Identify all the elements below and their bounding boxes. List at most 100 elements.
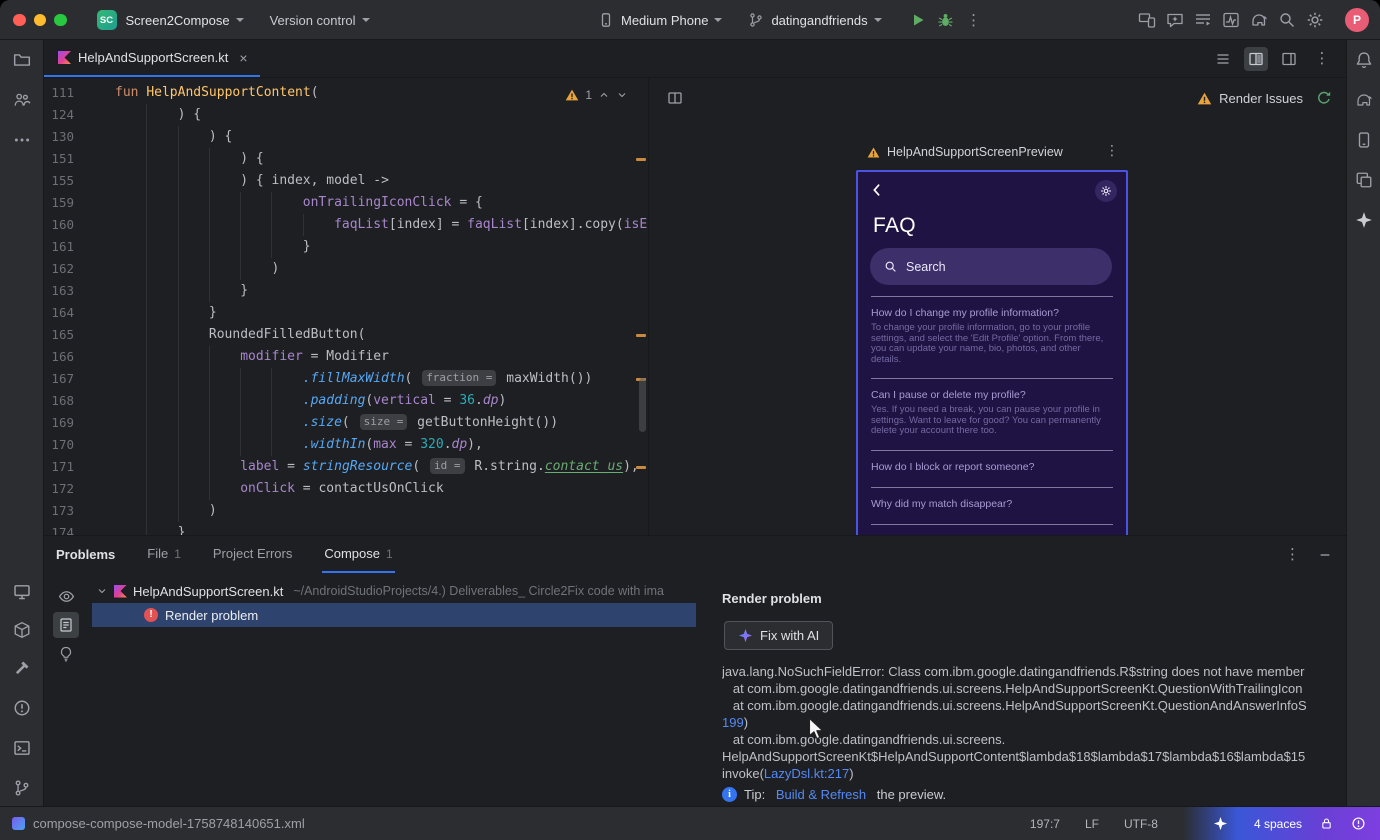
layout-inspector-tool-button[interactable] (1352, 168, 1376, 192)
render-problem-row[interactable]: ! Render problem (92, 603, 696, 627)
code-line[interactable]: 173) (44, 500, 648, 522)
code-line[interactable]: 155) { index, model -> (44, 170, 648, 192)
vcs-widget[interactable]: Version control (270, 13, 370, 28)
code-line[interactable]: 130) { (44, 126, 648, 148)
quick-fix-button[interactable] (53, 641, 79, 667)
faq-item[interactable]: Can I pause or delete my profile? Yes. If… (871, 379, 1113, 451)
device-selector[interactable]: Medium Phone (598, 12, 723, 28)
ai-sparkle-icon[interactable] (1213, 816, 1228, 831)
code-line[interactable]: 171 label = stringResource( id = R.string… (44, 456, 648, 478)
faq-question[interactable]: How do I block or report someone? (871, 461, 1113, 474)
inspections-widget[interactable]: 1 (561, 86, 632, 104)
search-everywhere-button[interactable] (1273, 6, 1301, 34)
preview-grid-button[interactable] (663, 86, 687, 110)
code-line[interactable]: 164} (44, 302, 648, 324)
close-window-button[interactable] (13, 13, 26, 27)
gradle-tool-button[interactable] (1352, 88, 1376, 112)
code-line[interactable]: 165 RoundedFilledButton( (44, 324, 648, 346)
alert-circle-icon[interactable] (1351, 816, 1366, 831)
device-mirror-button[interactable] (1133, 6, 1161, 34)
faq-question[interactable]: Can I pause or delete my profile? (871, 389, 1113, 402)
preview-options-kebab[interactable]: ⋮ (1105, 142, 1119, 159)
stack-link[interactable]: 199 (722, 715, 744, 730)
view-options-button[interactable] (53, 583, 79, 609)
settings-button[interactable] (1301, 6, 1329, 34)
faq-question[interactable]: How do I change my profile information? (871, 307, 1113, 320)
problems-tool-button[interactable] (10, 696, 34, 720)
more-tool-windows-button[interactable] (10, 128, 34, 152)
chevron-down-icon[interactable] (616, 89, 628, 101)
terminal-tool-button[interactable] (10, 736, 34, 760)
run-button[interactable] (904, 6, 932, 34)
editor-layout-button[interactable] (1277, 47, 1301, 71)
device-manager-tool-button[interactable] (1352, 128, 1376, 152)
faq-item[interactable]: How do I change my profile information? T… (871, 297, 1113, 379)
profiler-button[interactable] (1217, 6, 1245, 34)
faq-item[interactable]: How do I block or report someone? (871, 451, 1113, 488)
preview-title-row[interactable]: HelpAndSupportScreenPreview (867, 145, 1063, 159)
project-tool-button[interactable] (10, 48, 34, 72)
preview-details-toggle[interactable] (53, 612, 79, 638)
code-line[interactable]: 163} (44, 280, 648, 302)
code-line[interactable]: 111 fun HelpAndSupportContent( (44, 82, 648, 104)
panel-tab-project-errors[interactable]: Project Errors (211, 536, 294, 573)
editor-options-kebab[interactable]: ⋮ (1310, 47, 1334, 71)
code-line[interactable]: 160 faqList[index] = faqList[index].copy(… (44, 214, 648, 236)
analyzer-warning-mark[interactable] (636, 158, 646, 161)
phone-preview[interactable]: FAQ Search How do I change my profile in… (856, 170, 1128, 535)
build-tool-button[interactable] (10, 656, 34, 680)
panel-options-kebab[interactable]: ⋮ (1285, 547, 1300, 562)
problems-file-row[interactable]: HelpAndSupportScreen.kt ~/AndroidStudioP… (88, 579, 710, 603)
gradle-sync-button[interactable] (1245, 6, 1273, 34)
build-refresh-link[interactable]: Build & Refresh (776, 787, 866, 802)
analyzer-warning-mark[interactable] (636, 334, 646, 337)
zoom-window-button[interactable] (54, 13, 67, 27)
user-avatar[interactable]: P (1345, 8, 1369, 32)
stack-link[interactable]: LazyDsl.kt:217 (764, 766, 849, 781)
ai-chat-button[interactable] (1161, 6, 1189, 34)
code-line[interactable]: 168 .padding(vertical = 36.dp) (44, 390, 648, 412)
code-line[interactable]: 170 .widthIn(max = 320.dp), (44, 434, 648, 456)
code-editor[interactable]: 111 fun HelpAndSupportContent(124) {130) … (44, 78, 648, 535)
faq-item[interactable]: Why did my match disappear? (871, 488, 1113, 525)
code-line[interactable]: 159 onTrailingIconClick = { (44, 192, 648, 214)
run-config-selector[interactable]: datingandfriends (748, 12, 882, 28)
code-line[interactable]: 151) { (44, 148, 648, 170)
encoding-widget[interactable]: UTF-8 (1124, 817, 1158, 831)
code-line[interactable]: 161} (44, 236, 648, 258)
chevron-up-icon[interactable] (598, 89, 610, 101)
code-line[interactable]: 169 .size( size = getButtonHeight()) (44, 412, 648, 434)
code-line[interactable]: 162) (44, 258, 648, 280)
render-issues-widget[interactable]: Render Issues (1197, 90, 1332, 106)
editor-list-button[interactable] (1211, 47, 1235, 71)
notifications-tool-button[interactable] (1352, 48, 1376, 72)
indent-widget[interactable]: 4 spaces (1254, 817, 1302, 831)
faq-question[interactable]: Why did my match disappear? (871, 498, 1113, 511)
resource-manager-tool-button[interactable] (10, 88, 34, 112)
editor-tab[interactable]: HelpAndSupportScreen.kt × (44, 40, 260, 77)
analyzer-warning-mark[interactable] (636, 466, 646, 469)
close-tab-icon[interactable]: × (239, 51, 247, 65)
running-devices-button[interactable] (1189, 6, 1217, 34)
refresh-icon[interactable] (1316, 90, 1332, 106)
line-ending-widget[interactable]: LF (1085, 817, 1099, 831)
minimize-window-button[interactable] (33, 13, 46, 27)
code-line[interactable]: 124) { (44, 104, 648, 126)
project-selector[interactable]: Screen2Compose (126, 13, 244, 28)
panel-tab-file[interactable]: File 1 (145, 536, 183, 573)
debug-button[interactable] (932, 6, 960, 34)
version-control-tool-button[interactable] (10, 776, 34, 800)
lock-icon[interactable] (1320, 817, 1333, 830)
device-explorer-tool-button[interactable] (10, 618, 34, 642)
chevron-down-icon[interactable] (96, 585, 108, 597)
minimize-panel-icon[interactable] (1318, 548, 1332, 562)
run-options-kebab[interactable]: ⋮ (960, 6, 988, 34)
caret-position-widget[interactable]: 197:7 (1030, 817, 1060, 831)
code-line[interactable]: 172 onClick = contactUsOnClick (44, 478, 648, 500)
code-line[interactable]: 174} (44, 522, 648, 535)
code-line[interactable]: 167 .fillMaxWidth( fraction = maxWidth()) (44, 368, 648, 390)
split-editor-button[interactable] (1244, 46, 1268, 71)
fix-with-ai-button[interactable]: Fix with AI (724, 621, 834, 650)
panel-tab-compose[interactable]: Compose 1 (322, 536, 395, 573)
gemini-tool-button[interactable] (1352, 208, 1376, 232)
